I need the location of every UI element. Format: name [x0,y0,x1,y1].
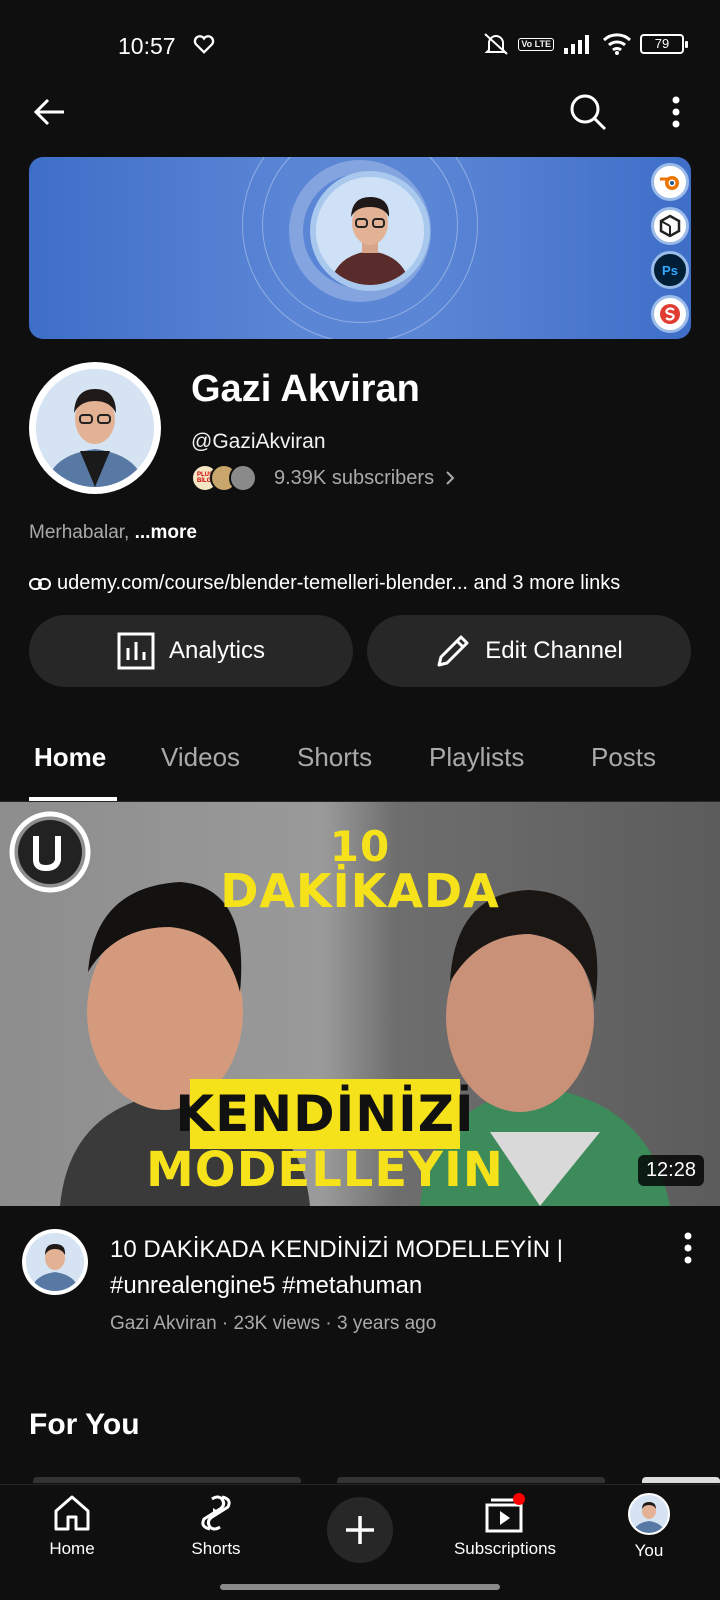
video-channel-avatar[interactable] [22,1229,88,1295]
link-text: udemy.com/course/blender-temelleri-blend… [57,572,621,594]
subscriber-avatars: PLUS BİLGİ [191,464,257,492]
tab-playlists[interactable]: Playlists [429,742,524,773]
tab-shorts[interactable]: Shorts [297,742,372,773]
link-icon [29,577,51,590]
pencil-icon [437,635,469,667]
for-you-heading: For You [29,1408,140,1441]
for-you-card[interactable] [33,1477,301,1483]
nav-you-label: You [634,1541,664,1560]
nav-home-label: Home [49,1539,95,1558]
nav-subscriptions-label: Subscriptions [453,1539,557,1558]
search-button[interactable] [564,88,612,136]
channel-links[interactable]: udemy.com/course/blender-temelleri-blend… [29,572,620,595]
mute-icon [484,33,509,55]
shorts-icon [201,1495,231,1531]
for-you-card[interactable] [642,1477,720,1483]
thumbnail-title-line: KENDİNİZİ [175,1085,475,1143]
nav-home[interactable]: Home [2,1493,142,1559]
nav-you[interactable]: You [579,1493,719,1561]
subscriber-avatar [229,464,257,492]
volte-badge: Vo LTE [518,37,554,51]
nav-shorts-label: Shorts [191,1539,241,1558]
more-vert-icon [684,1232,692,1264]
tab-posts[interactable]: Posts [591,742,656,773]
channel-avatar[interactable] [29,362,161,494]
wifi-icon [602,33,632,55]
banner-portrait [310,171,430,291]
thumbnail-title-line: DAKİKADA [220,864,500,918]
photoshop-label: Ps [662,262,678,278]
tool-icons: Ps [651,163,689,333]
arrow-left-icon [33,98,64,126]
edit-channel-button[interactable]: Edit Channel [367,615,691,687]
home-icon [54,1495,90,1531]
search-icon [570,94,607,131]
back-button[interactable] [26,88,74,136]
chevron-right-icon [446,471,455,485]
tab-videos[interactable]: Videos [161,742,240,773]
subscriber-count: 9.39K subscribers [274,466,435,489]
channel-description[interactable]: Merhabalar, ...more [29,522,197,544]
description-text: Merhabalar, [29,522,135,543]
video-meta: Gazi Akviran · 23K views · 3 years ago [110,1313,437,1334]
description-more[interactable]: ...more [135,522,197,543]
more-options-button[interactable] [652,88,700,136]
signal-icon [564,35,589,54]
analytics-icon [117,632,155,670]
tab-home[interactable]: Home [34,742,106,773]
video-title[interactable]: 10 DAKİKADA KENDİNİZİ MODELLEYİN | #unre… [110,1232,640,1304]
channel-name: Gazi Akviran [191,368,420,410]
subscriptions-icon [485,1493,525,1533]
status-bar: 10:57 Vo LTE 79 [0,0,720,90]
edit-channel-label: Edit Channel [485,637,623,664]
nav-subscriptions[interactable]: Subscriptions [435,1493,575,1559]
status-time: 10:57 [118,33,176,59]
unity-icon [651,207,689,245]
channel-handle: @GaziAkviran [191,430,326,453]
subscribers-row[interactable]: PLUS BİLGİ 9.39K subscribers [191,464,456,492]
substance-icon [651,295,689,333]
photoshop-icon: Ps [651,251,689,289]
blender-icon [651,163,689,201]
channel-tabs: Home Videos Shorts Playlists Posts [0,718,720,802]
status-icons: Vo LTE 79 [482,32,688,56]
analytics-button[interactable]: Analytics [29,615,353,687]
channel-banner: Ps [29,157,691,339]
video-more-button[interactable] [684,1232,692,1269]
gesture-bar[interactable] [220,1584,500,1590]
video-thumbnail[interactable]: 10 DAKİKADA KENDİNİZİ MODELLEYİN [0,802,720,1206]
you-avatar [628,1493,670,1535]
nav-shorts[interactable]: Shorts [146,1493,286,1559]
thumbnail-title-line: MODELLEYİN [146,1142,504,1198]
create-button[interactable] [327,1497,393,1563]
active-tab-indicator [29,797,117,801]
bottom-navigation: Home Shorts Subscriptions You [0,1484,720,1600]
plus-icon [346,1516,374,1544]
for-you-card[interactable] [337,1477,605,1483]
more-vert-icon [672,96,680,128]
analytics-label: Analytics [168,637,266,664]
heart-icon [193,35,215,54]
video-duration: 12:28 [637,1155,704,1186]
battery-indicator: 79 [640,34,688,54]
